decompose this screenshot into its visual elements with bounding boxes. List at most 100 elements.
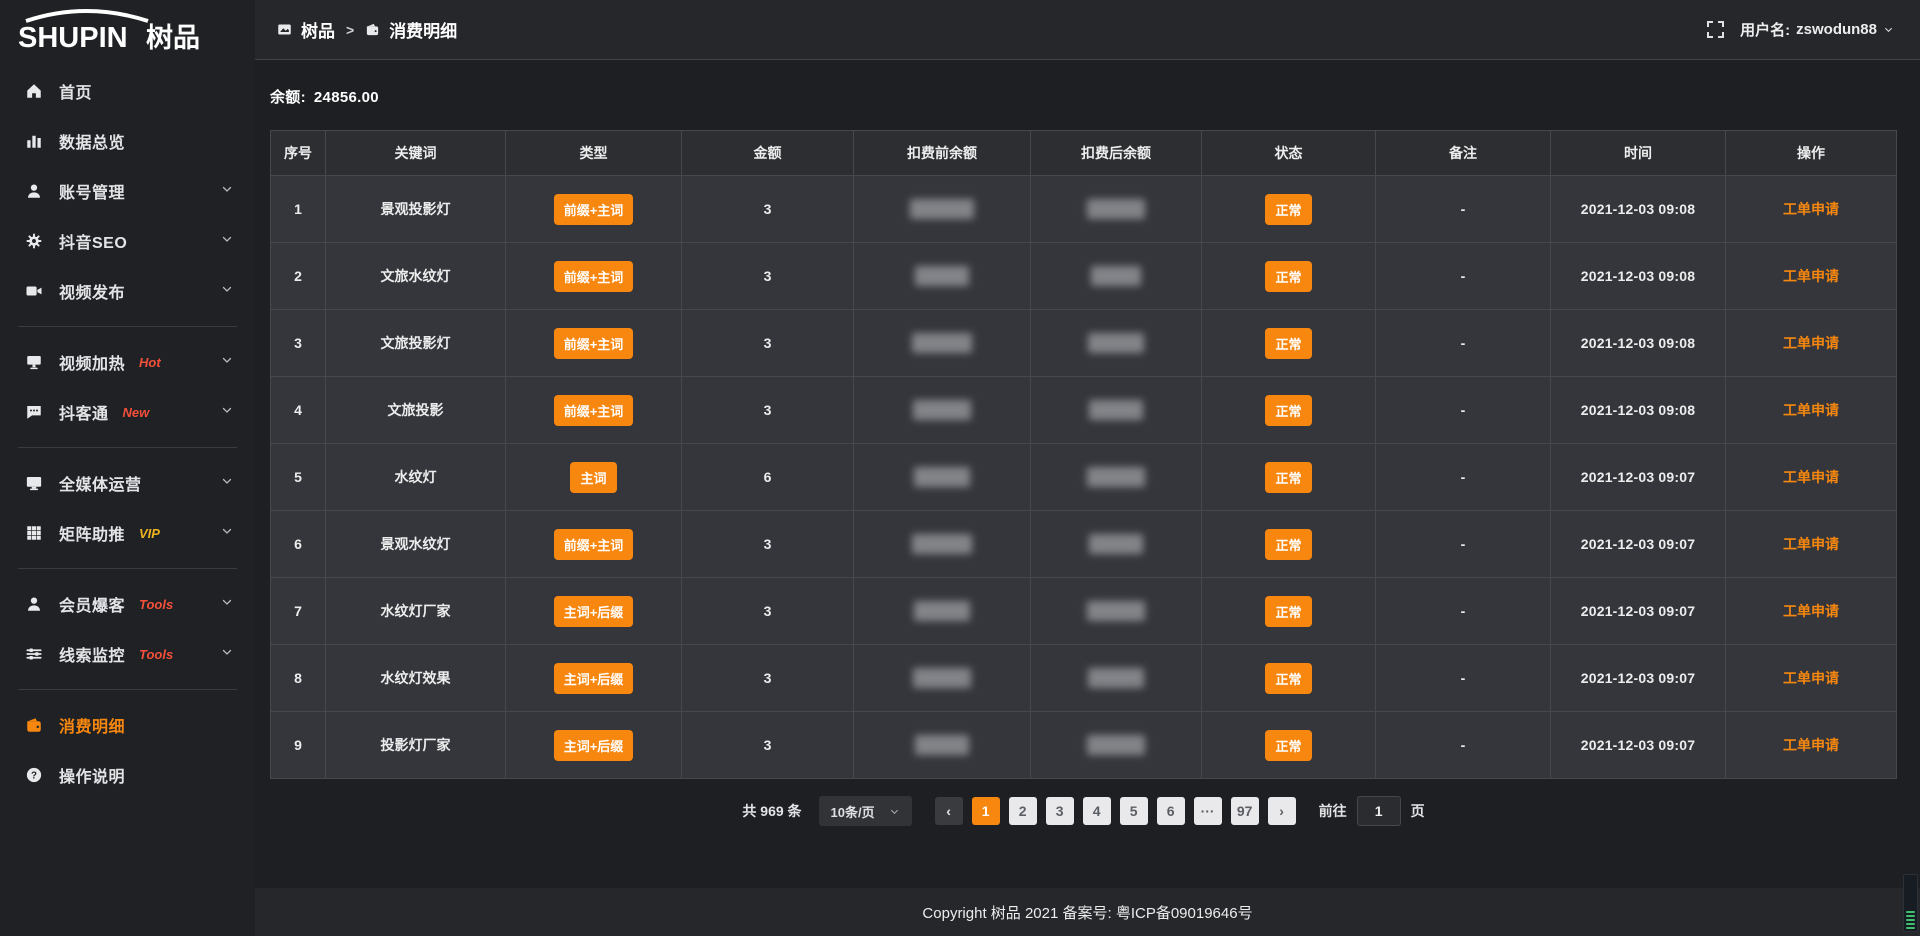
work-order-link[interactable]: 工单申请: [1783, 735, 1839, 755]
breadcrumb: 树品 > 消费明细: [277, 17, 457, 42]
sidebar-item-all-media-operation[interactable]: 全媒体运营: [0, 458, 255, 508]
breadcrumb-root[interactable]: 树品: [301, 17, 335, 42]
cell-remark: -: [1376, 377, 1551, 443]
sidebar-item-clue-monitor[interactable]: 线索监控 Tools: [0, 629, 255, 679]
status-badge: 正常: [1265, 596, 1311, 627]
table-row: 6 景观水纹灯 前缀+主词 3 正常 - 2021-12-03 09:07 工单…: [271, 510, 1896, 577]
app-logo: SHUPIN 树品: [0, 0, 255, 62]
menu-tag: Tools: [139, 597, 173, 612]
chevron-down-icon: [221, 353, 233, 371]
column-header: 时间: [1551, 131, 1726, 175]
work-order-link[interactable]: 工单申请: [1783, 601, 1839, 621]
cell-time: 2021-12-03 09:08: [1551, 243, 1726, 309]
page-unit-label: 页: [1411, 801, 1425, 821]
cell-time: 2021-12-03 09:07: [1551, 712, 1726, 778]
main-area: 树品 > 消费明细 用户名: zswodun88 余额:24856.00 序号关…: [255, 0, 1920, 936]
work-order-link[interactable]: 工单申请: [1783, 400, 1839, 420]
bar-chart-icon: [24, 131, 44, 151]
status-badge: 正常: [1265, 730, 1311, 761]
cell-remark: -: [1376, 712, 1551, 778]
goto-page-input[interactable]: [1357, 796, 1401, 826]
goto-page: 前往 页: [1319, 796, 1425, 826]
type-badge: 主词+后缀: [554, 596, 634, 627]
cell-amount: 3: [682, 176, 854, 242]
sidebar-item-video-publish[interactable]: 视频发布: [0, 266, 255, 316]
prev-page-button[interactable]: ‹: [935, 797, 963, 825]
work-order-link[interactable]: 工单申请: [1783, 266, 1839, 286]
work-order-link[interactable]: 工单申请: [1783, 534, 1839, 554]
menu-tag: New: [123, 405, 150, 420]
sidebar-item-data-overview[interactable]: 数据总览: [0, 116, 255, 166]
performance-monitor-widget: [1903, 874, 1918, 932]
page-buttons: 123456 ··· 97: [972, 797, 1259, 825]
sidebar-item-label: 账号管理: [59, 179, 125, 203]
type-badge: 主词: [570, 462, 616, 493]
type-badge: 主词+后缀: [554, 663, 634, 694]
masked-balance-after: [1087, 199, 1145, 219]
page-button-3[interactable]: 3: [1046, 797, 1074, 825]
footer: Copyright 树品 2021 备案号: 粤ICP备09019646号: [255, 888, 1920, 936]
cell-index: 4: [271, 377, 326, 443]
masked-balance-after: [1088, 668, 1144, 688]
fullscreen-icon[interactable]: [1707, 21, 1724, 38]
masked-balance-after: [1088, 333, 1144, 353]
user-area: 用户名: zswodun88: [1707, 19, 1894, 40]
column-header: 备注: [1376, 131, 1551, 175]
page-button-2[interactable]: 2: [1009, 797, 1037, 825]
status-badge: 正常: [1265, 328, 1311, 359]
chevron-down-icon: [221, 645, 233, 663]
cell-keyword: 文旅投影: [326, 377, 506, 443]
chevron-down-icon: [1883, 24, 1894, 35]
sidebar-item-home[interactable]: 首页: [0, 66, 255, 116]
page-button-5[interactable]: 5: [1120, 797, 1148, 825]
work-order-link[interactable]: 工单申请: [1783, 333, 1839, 353]
cell-keyword: 水纹灯效果: [326, 645, 506, 711]
sidebar-item-label: 会员爆客: [59, 592, 125, 616]
goto-label: 前往: [1319, 801, 1347, 821]
masked-balance-after: [1089, 400, 1143, 420]
masked-balance-after: [1091, 266, 1141, 286]
sidebar-item-label: 操作说明: [59, 763, 125, 787]
page-size-select[interactable]: 10条/页: [819, 796, 912, 826]
masked-balance-before: [914, 601, 970, 621]
table-row: 7 水纹灯厂家 主词+后缀 3 正常 - 2021-12-03 09:07 工单…: [271, 577, 1896, 644]
more-pages-button[interactable]: ···: [1194, 797, 1222, 825]
column-header: 操作: [1726, 131, 1896, 175]
chevron-down-icon: [221, 182, 233, 200]
cell-index: 3: [271, 310, 326, 376]
type-badge: 前缀+主词: [554, 328, 634, 359]
masked-balance-after: [1087, 601, 1145, 621]
sidebar-item-account-management[interactable]: 账号管理: [0, 166, 255, 216]
sidebar-item-label: 数据总览: [59, 129, 125, 153]
work-order-link[interactable]: 工单申请: [1783, 199, 1839, 219]
copyright-text: Copyright 树品 2021 备案号: 粤ICP备09019646号: [922, 902, 1252, 923]
chevron-down-icon: [221, 524, 233, 542]
work-order-link[interactable]: 工单申请: [1783, 668, 1839, 688]
sidebar-item-consume-detail[interactable]: 消费明细: [0, 700, 255, 750]
cell-time: 2021-12-03 09:08: [1551, 176, 1726, 242]
sidebar-item-instructions[interactable]: ? 操作说明: [0, 750, 255, 800]
screen-icon: [24, 352, 44, 372]
sidebar-item-doukertong[interactable]: 抖客通 New: [0, 387, 255, 437]
breadcrumb-current: 消费明细: [389, 17, 457, 42]
menu-divider: [18, 689, 237, 690]
work-order-link[interactable]: 工单申请: [1783, 467, 1839, 487]
sidebar-item-matrix-boost[interactable]: 矩阵助推 VIP: [0, 508, 255, 558]
masked-balance-after: [1087, 467, 1145, 487]
sidebar-item-video-heat[interactable]: 视频加热 Hot: [0, 337, 255, 387]
user-label: 用户名:: [1740, 19, 1790, 40]
page-button-1[interactable]: 1: [972, 797, 1000, 825]
page-button-4[interactable]: 4: [1083, 797, 1111, 825]
status-badge: 正常: [1265, 462, 1311, 493]
page-button-97[interactable]: 97: [1231, 797, 1259, 825]
page-button-6[interactable]: 6: [1157, 797, 1185, 825]
column-header: 扣费前余额: [854, 131, 1031, 175]
next-page-button[interactable]: ›: [1268, 797, 1296, 825]
sidebar-item-douyin-seo[interactable]: 抖音SEO: [0, 216, 255, 266]
table-row: 2 文旅水纹灯 前缀+主词 3 正常 - 2021-12-03 09:08 工单…: [271, 242, 1896, 309]
sidebar-item-member-burst[interactable]: 会员爆客 Tools: [0, 579, 255, 629]
pagination-total: 共 969 条: [742, 801, 801, 821]
user-icon: [24, 181, 44, 201]
table-body: 1 景观投影灯 前缀+主词 3 正常 - 2021-12-03 09:08 工单…: [271, 175, 1896, 778]
user-dropdown[interactable]: 用户名: zswodun88: [1740, 19, 1894, 40]
